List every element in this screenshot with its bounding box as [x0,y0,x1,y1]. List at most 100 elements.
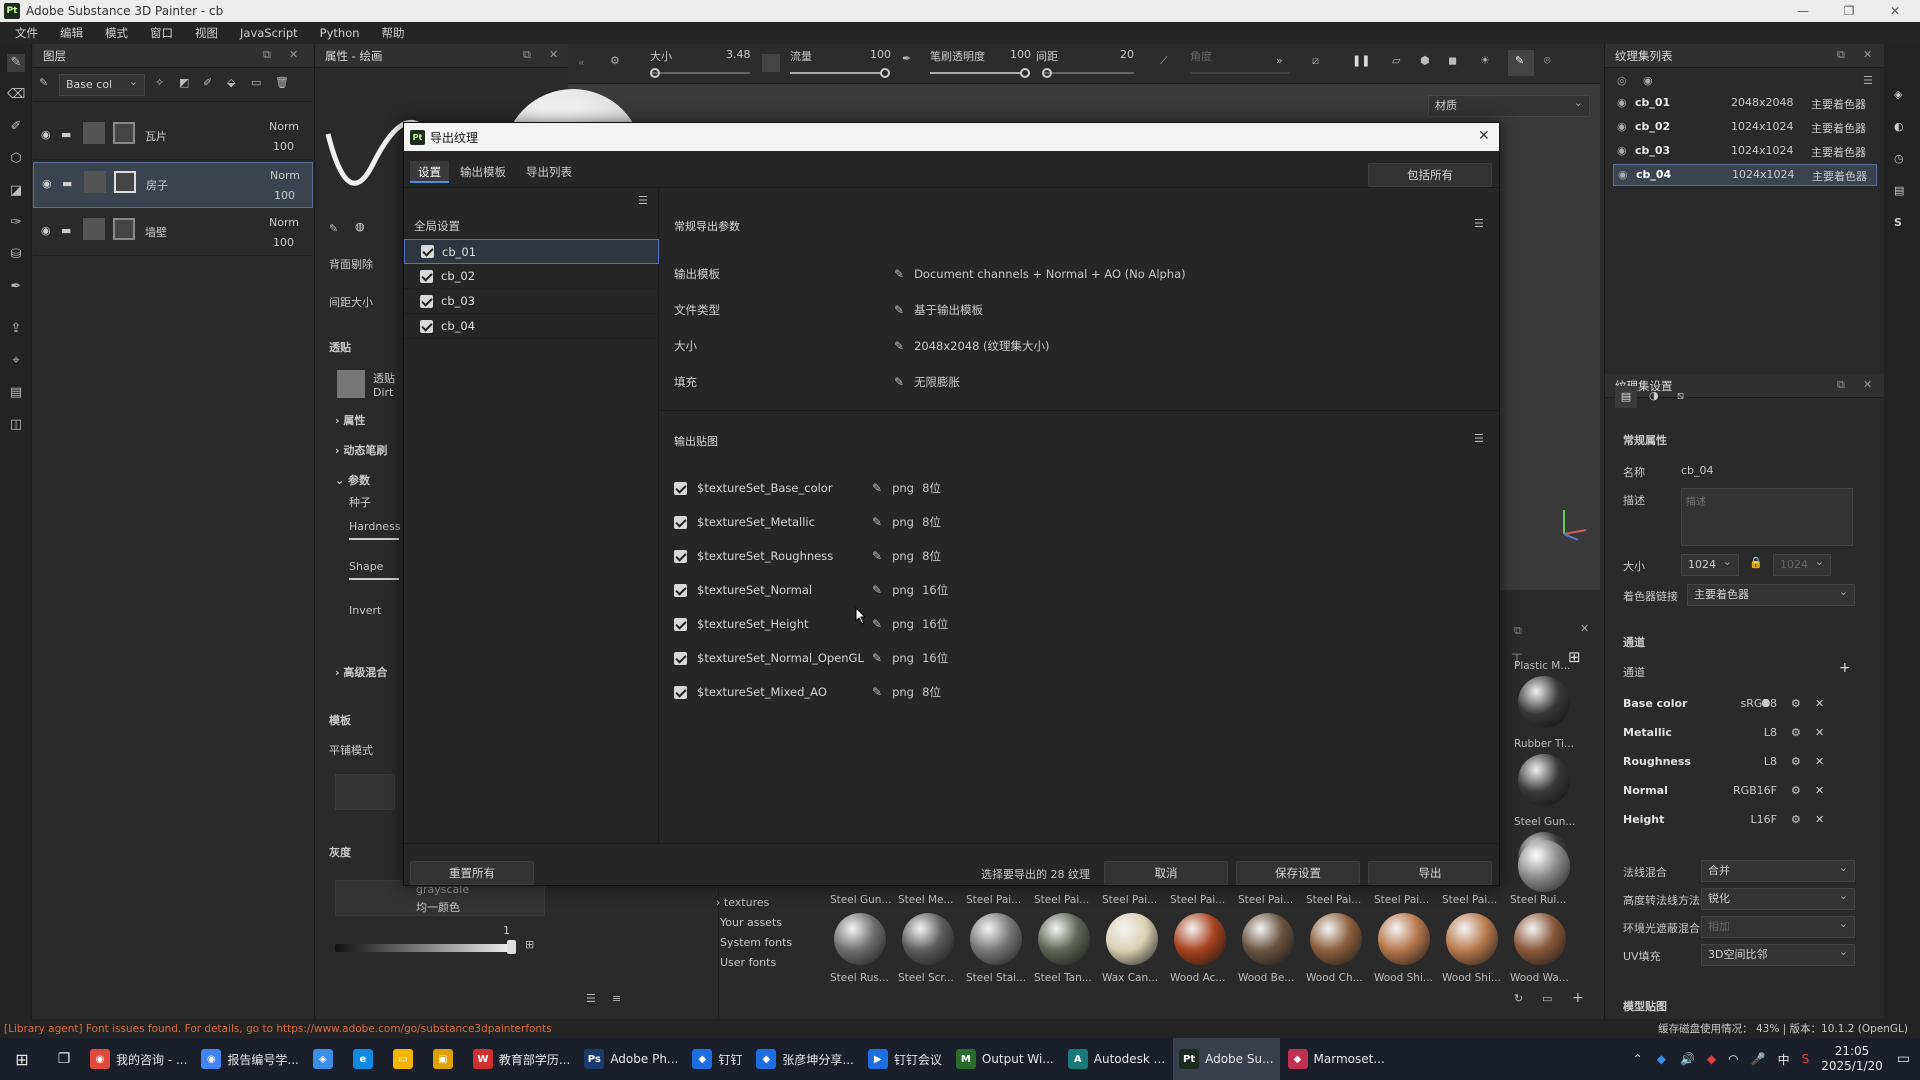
parameters-section[interactable]: ⌄ 参数 [335,472,370,488]
edit-pencil-icon[interactable]: ✎ [894,267,904,281]
channel-settings-icon[interactable]: ⚙ [1791,813,1801,826]
layer-row[interactable]: ◉ ▬ 房子 Norm 100 [33,162,313,208]
close-icon[interactable]: ✕ [1863,48,1872,61]
edit-pencil-icon[interactable]: ✎ [872,583,882,597]
material-thumbnail[interactable] [1446,913,1498,965]
shader-select[interactable]: 主要着色器 [1687,582,1855,606]
material-thumbnail[interactable] [1518,840,1570,892]
float-icon[interactable]: ⧉ [263,48,271,62]
projection-icon[interactable]: ✐ [7,118,25,136]
param-value[interactable]: 基于输出模板 [914,302,983,318]
map-bit-depth[interactable]: 8位 [922,548,941,564]
ao-mix-select[interactable]: 相加 [1701,914,1855,938]
menu-python[interactable]: Python [309,26,371,40]
spacing-slider[interactable] [1042,68,1134,78]
size-slider[interactable] [650,68,750,78]
map-bit-depth[interactable]: 16位 [922,616,948,632]
size-select[interactable]: 1024 [1681,552,1739,576]
channel-format[interactable]: RGB16F [1733,784,1777,797]
texture-set-row[interactable]: ◉ cb_02 1024x1024 主要着色器 [1613,116,1877,138]
cancel-button[interactable]: 取消 [1104,861,1228,885]
menu-icon[interactable]: ☰ [1863,74,1873,87]
float-icon[interactable]: ⧉ [523,48,531,62]
map-format[interactable]: png [892,583,922,597]
map-bit-depth[interactable]: 16位 [922,650,948,666]
texture-set-row[interactable]: ◉ cb_03 1024x1024 主要着色器 [1613,140,1877,162]
delete-icon[interactable]: 🗑 [275,76,289,89]
list-menu-icon[interactable]: ☰ [638,194,648,207]
texture-set-checkbox[interactable] [420,269,433,283]
taskbar-dingtalk-share[interactable]: ◆ 张彦坤分享... [750,1038,859,1080]
edit-pencil-icon[interactable]: ✎ [872,549,882,563]
opacity-slider[interactable] [930,68,1030,78]
flow-value[interactable]: 100 [870,48,891,61]
brush-tab-icon[interactable]: ✎ [329,222,338,235]
tray-app-icon[interactable]: S [1802,1052,1810,1066]
map-format[interactable]: png [892,651,922,665]
ime-indicator[interactable]: 中 [1778,1051,1790,1068]
clone-stamp-icon[interactable]: ⛁ [7,246,25,264]
tab-export-list[interactable]: 导出列表 [518,161,580,183]
tree-item-user-fonts[interactable]: User fonts [720,956,776,969]
measure-icon[interactable]: ⌖ [7,352,25,370]
map-bit-depth[interactable]: 8位 [922,480,941,496]
remove-channel-icon[interactable]: ✕ [1815,697,1824,710]
tray-app-icon[interactable]: ◆ [1657,1052,1666,1066]
channel-select[interactable]: Base col [59,72,145,96]
include-all-button[interactable]: 包括所有 [1368,163,1492,187]
more-icon[interactable]: » [1276,54,1283,67]
color-space-icon[interactable]: ⚉ [1761,697,1771,710]
channel-format[interactable]: L8 [1764,755,1777,768]
layer-row[interactable]: ◉ ▬ 墙壁 Norm 100 [33,210,313,256]
edit-pencil-icon[interactable]: ✎ [894,339,904,353]
edit-pencil-icon[interactable]: ✎ [872,617,882,631]
taskbar-autodesk[interactable]: A Autodesk ... [1062,1038,1171,1080]
remove-channel-icon[interactable]: ✕ [1815,784,1824,797]
menu-help[interactable]: 帮助 [371,25,416,41]
material-thumbnail[interactable] [1106,913,1158,965]
taskbar-wps[interactable]: W 教育部学历... [467,1038,576,1080]
global-settings-row[interactable]: 全局设置 [404,214,659,239]
size-value[interactable]: 3.48 [726,48,751,61]
tree-item-system-fonts[interactable]: System fonts [720,936,792,949]
channel-format[interactable]: L8 [1764,726,1777,739]
eye-icon[interactable]: ◉ [41,224,51,237]
log-icon[interactable]: ▤ [1894,184,1904,197]
material-thumbnail[interactable] [1174,913,1226,965]
attributes-section[interactable]: › 属性 [335,412,365,428]
reset-all-button[interactable]: 重置所有 [410,861,534,885]
channel-settings-icon[interactable]: ⚙ [1791,784,1801,797]
layer-opacity[interactable]: 100 [273,236,294,249]
channel-settings-icon[interactable]: ⚙ [1791,726,1801,739]
edit-pencil-icon[interactable]: ✎ [872,651,882,665]
channel-settings-icon[interactable]: ⚙ [1791,697,1801,710]
tab-settings[interactable]: 设置 [410,161,449,183]
volume-icon[interactable]: 🔊 [1680,1052,1695,1066]
camera-icon[interactable]: ◼ [1448,54,1457,67]
view-2d-icon[interactable]: ▱ [1392,54,1400,67]
remove-channel-icon[interactable]: ✕ [1815,755,1824,768]
menu-edit[interactable]: 编辑 [49,25,94,41]
eraser-icon[interactable]: ⌫ [7,86,25,104]
material-thumbnail[interactable] [902,913,954,965]
polygon-fill-icon[interactable]: ◪ [7,182,25,200]
taskbar-dingtalk-meeting[interactable]: ▶ 钉钉会议 [862,1038,948,1080]
map-bit-depth[interactable]: 16位 [922,582,948,598]
edit-pencil-icon[interactable]: ✎ [872,515,882,529]
shelf-float-icon[interactable]: ⧉ [1514,624,1522,638]
map-format[interactable]: png [892,481,922,495]
tiling-preview[interactable] [335,774,395,810]
maps-menu-icon[interactable]: ☰ [1474,432,1484,445]
texture-set-checkbox[interactable] [420,294,433,308]
menu-javascript[interactable]: JavaScript [229,26,309,40]
taskbar-maya[interactable]: M Output Wi... [950,1038,1060,1080]
minimize-button[interactable]: — [1780,0,1826,22]
texture-set-row-selected[interactable]: ◉ cb_04 1024x1024 主要着色器 [1613,164,1877,186]
material-thumbnail[interactable] [1514,913,1566,965]
add-icon[interactable]: + [1572,990,1584,1006]
lock-icon[interactable]: 🔒 [1749,556,1763,569]
texture-set-row[interactable]: ◉ cb_01 2048x2048 主要着色器 [1613,92,1877,114]
flow-slider[interactable] [790,68,890,78]
texture-set-item[interactable]: cb_03 [404,289,659,314]
eye-icon[interactable]: ◉ [1617,120,1627,133]
